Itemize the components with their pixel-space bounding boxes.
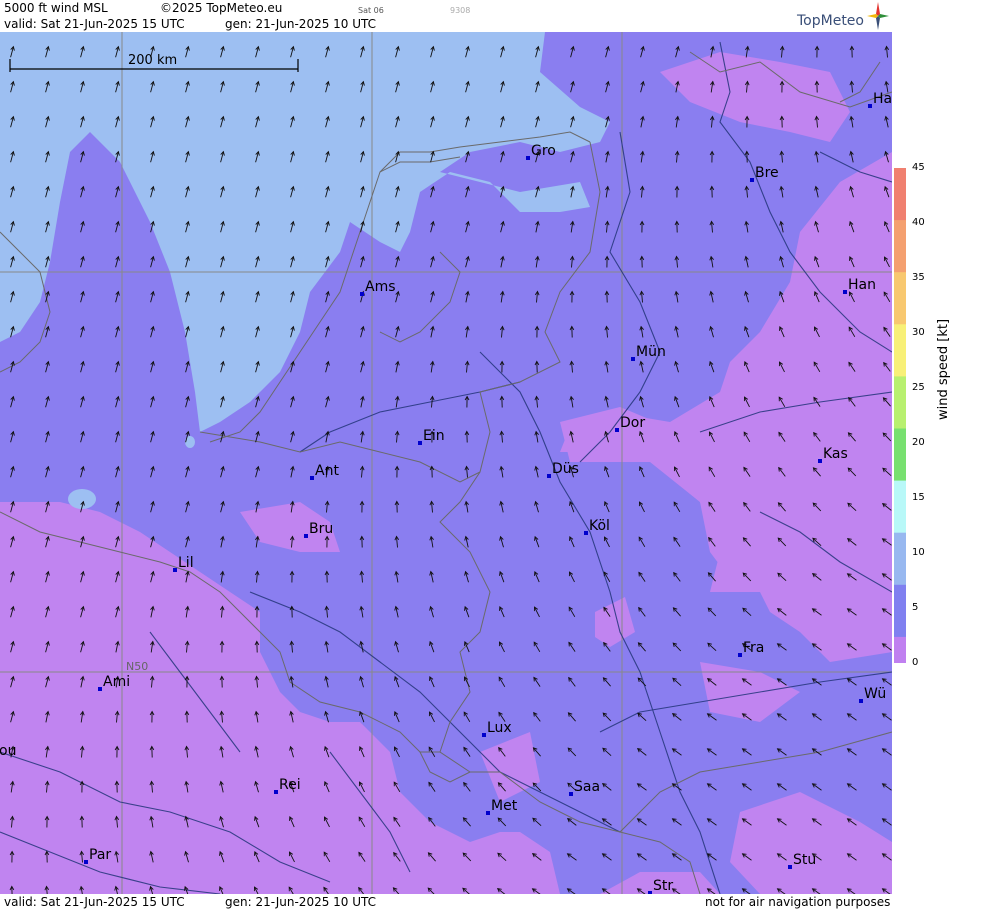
colorbar	[894, 168, 906, 663]
city-label[interactable]: Stu	[793, 852, 816, 868]
footer-valid-time: valid: Sat 21-Jun-2025 15 UTC	[4, 895, 185, 909]
city-label[interactable]: Düs	[552, 461, 579, 477]
city-label[interactable]: Str	[653, 878, 673, 894]
city-marker[interactable]	[788, 865, 792, 869]
city-label[interactable]: Saa	[574, 779, 600, 795]
city-marker[interactable]	[738, 653, 742, 657]
city-marker[interactable]	[615, 428, 619, 432]
colorbar-tick-label: 40	[912, 217, 925, 228]
generated-time: gen: 21-Jun-2025 10 UTC	[225, 17, 377, 31]
city-marker[interactable]	[310, 476, 314, 480]
city-label[interactable]: Ams	[365, 279, 396, 295]
colorbar-segment	[894, 532, 906, 586]
day-code: Sat 06	[358, 6, 384, 15]
city-label[interactable]: Lil	[178, 555, 194, 571]
city-label[interactable]: Bre	[755, 165, 779, 181]
disclaimer: not for air navigation purposes	[705, 895, 891, 909]
city-label[interactable]: Köl	[589, 518, 610, 534]
colorbar-tick-label: 30	[912, 327, 925, 338]
city-marker[interactable]	[526, 156, 530, 160]
scale-label: 200 km	[128, 53, 177, 68]
city-marker[interactable]	[98, 687, 102, 691]
colorbar-segment	[894, 272, 906, 325]
colorbar-tick-label: 25	[912, 382, 925, 393]
city-marker[interactable]	[418, 441, 422, 445]
city-label[interactable]: Ha	[873, 91, 892, 107]
colorbar-segment	[894, 428, 906, 482]
city-label[interactable]: Lux	[487, 720, 512, 736]
city-label[interactable]: Met	[491, 798, 518, 814]
valid-time: valid: Sat 21-Jun-2025 15 UTC	[4, 17, 185, 31]
colorbar-segment	[894, 168, 906, 221]
colorbar-title: wind speed [kt]	[936, 318, 951, 420]
city-marker[interactable]	[84, 860, 88, 864]
copyright-text: ©2025 TopMeteo.eu	[160, 1, 283, 15]
city-label[interactable]: Mün	[636, 344, 666, 360]
model-code: 9308	[450, 6, 471, 15]
colorbar-tick-label: 5	[912, 602, 919, 613]
city-marker[interactable]	[648, 891, 652, 894]
colorbar-segment	[894, 636, 906, 663]
city-label[interactable]: Ami	[103, 674, 130, 690]
colorbar-tick-label: 15	[912, 492, 925, 503]
city-label[interactable]: Dor	[620, 415, 645, 431]
city-marker[interactable]	[304, 534, 308, 538]
colorbar-tick-label: 20	[912, 437, 925, 448]
compass-star-icon	[867, 2, 889, 30]
city-marker[interactable]	[486, 811, 490, 815]
logo-text: TopMeteo	[797, 13, 864, 29]
colorbar-tick-label: 10	[912, 547, 925, 558]
city-label[interactable]: Wü	[864, 686, 886, 702]
topmeteo-logo[interactable]: TopMeteo	[797, 2, 889, 32]
colorbar-segment	[894, 376, 906, 429]
colorbar-segment	[894, 220, 906, 273]
city-marker[interactable]	[750, 178, 754, 182]
city-marker[interactable]	[173, 568, 177, 572]
city-marker[interactable]	[547, 474, 551, 478]
city-marker[interactable]	[274, 790, 278, 794]
city-marker[interactable]	[868, 104, 872, 108]
city-marker[interactable]	[360, 292, 364, 296]
city-label[interactable]: Gro	[531, 143, 556, 159]
city-marker[interactable]	[859, 699, 863, 703]
city-label[interactable]: Fra	[743, 640, 764, 656]
city-label[interactable]: Bru	[309, 521, 333, 537]
city-label[interactable]: ou	[0, 743, 16, 759]
colorbar-tick-label: 45	[912, 162, 925, 173]
colorbar-tick-label: 35	[912, 272, 925, 283]
city-label[interactable]: Kas	[823, 446, 848, 462]
city-label[interactable]: Ein	[423, 428, 445, 444]
city-marker[interactable]	[482, 733, 486, 737]
city-label[interactable]: Par	[89, 847, 111, 863]
colorbar-segment	[894, 584, 906, 638]
city-marker[interactable]	[584, 531, 588, 535]
latitude-label: N50	[126, 660, 148, 673]
colorbar-segment	[894, 324, 906, 377]
colorbar-segment	[894, 480, 906, 534]
city-marker[interactable]	[631, 357, 635, 361]
city-marker[interactable]	[569, 792, 573, 796]
footer-generated-time: gen: 21-Jun-2025 10 UTC	[225, 895, 377, 909]
city-label[interactable]: Ant	[315, 463, 339, 479]
colorbar-tick-label: 0	[912, 657, 919, 668]
wind-map[interactable]: N50 GroBreHaHanAmsMünDorEinKasAnt DüsKöl…	[0, 32, 892, 894]
city-label[interactable]: Han	[848, 277, 876, 293]
city-marker[interactable]	[843, 290, 847, 294]
city-marker[interactable]	[818, 459, 822, 463]
city-label[interactable]: Rei	[279, 777, 301, 793]
map-title: 5000 ft wind MSL	[4, 1, 108, 15]
